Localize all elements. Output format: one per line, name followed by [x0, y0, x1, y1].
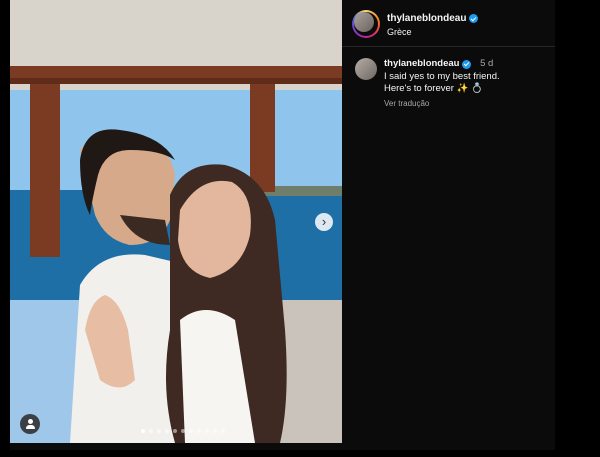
carousel-next-button[interactable]: ›: [315, 213, 333, 231]
carousel-dot: [205, 429, 209, 433]
header-divider: [342, 46, 555, 47]
caption-author-avatar[interactable]: [355, 58, 377, 80]
caption-username-text[interactable]: thylaneblondeau: [384, 58, 459, 71]
carousel-dot: [149, 429, 153, 433]
carousel-dot: [197, 429, 201, 433]
photo-illustration: [10, 0, 342, 443]
caption: thylaneblondeau 5 d I said yes to my bes…: [384, 58, 549, 110]
carousel-dot: [181, 429, 185, 433]
carousel-dot: [141, 429, 145, 433]
see-translation-link[interactable]: Ver tradução: [384, 98, 549, 111]
tagged-users-button[interactable]: [20, 414, 40, 434]
post-author-avatar[interactable]: [352, 10, 380, 38]
verified-badge-icon: [469, 14, 479, 23]
post-location[interactable]: Grèce: [387, 27, 412, 37]
caption-username[interactable]: thylaneblondeau: [384, 58, 472, 71]
carousel-dot: [165, 429, 169, 433]
carousel-dot: [213, 429, 217, 433]
post-username-text[interactable]: thylaneblondeau: [387, 13, 466, 24]
chevron-right-icon: ›: [321, 214, 327, 229]
carousel-dot: [189, 429, 193, 433]
carousel-dot: [157, 429, 161, 433]
carousel-indicator: [141, 429, 225, 433]
post-photo[interactable]: [10, 0, 342, 443]
caption-text-line-2: Here's to forever ✨ 💍: [384, 83, 483, 94]
caption-timestamp[interactable]: 5 d: [480, 58, 493, 69]
post-author-username[interactable]: thylaneblondeau: [387, 13, 479, 24]
carousel-dot: [173, 429, 177, 433]
carousel-dot: [221, 429, 225, 433]
verified-badge-icon: [462, 59, 472, 69]
caption-text-line-1: I said yes to my best friend.: [384, 70, 500, 82]
